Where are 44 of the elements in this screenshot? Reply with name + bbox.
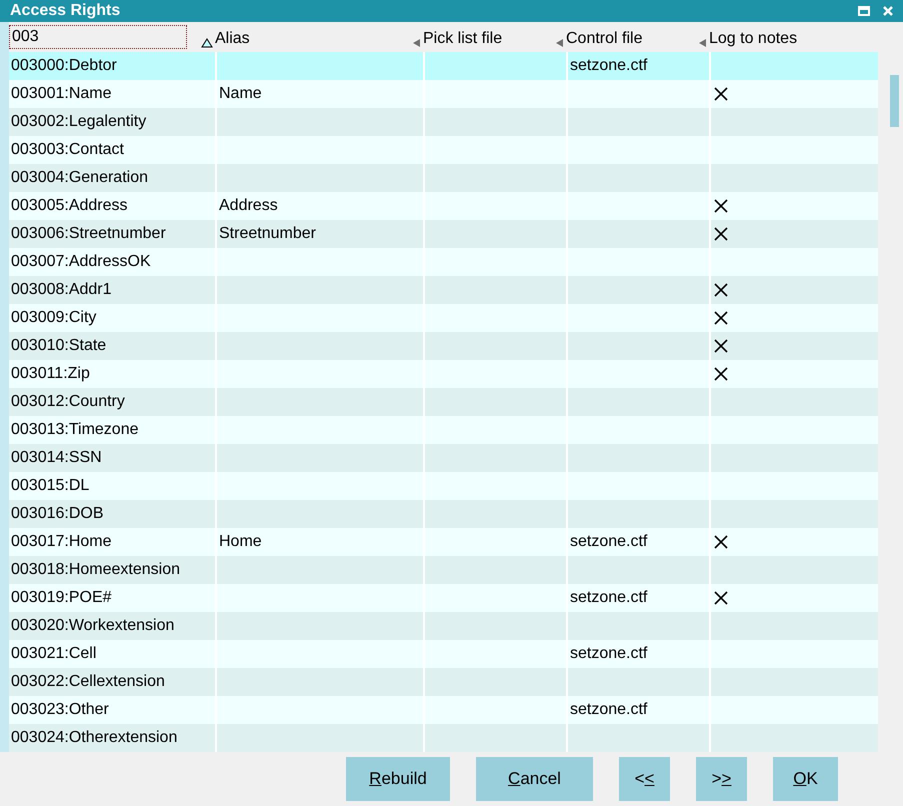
table-cell[interactable]: 003017:Home — [9, 528, 215, 556]
table-cell: setzone.ctf — [570, 589, 648, 607]
sort-icon[interactable] — [555, 38, 563, 48]
maximize-icon[interactable] — [857, 4, 871, 18]
dialog-button[interactable]: Rebuild — [346, 757, 450, 801]
column-header[interactable]: Log to notes — [709, 30, 798, 52]
filter-field[interactable]: 003 — [9, 25, 187, 49]
table-cell: setzone.ctf — [570, 57, 648, 75]
cross-mark-icon[interactable] — [713, 282, 729, 298]
sort-icon[interactable] — [698, 38, 706, 48]
cross-mark-icon[interactable] — [713, 198, 729, 214]
cross-mark-icon[interactable] — [713, 310, 729, 326]
column-header[interactable]: Pick list file — [423, 30, 502, 52]
table-cell: setzone.ctf — [570, 701, 648, 719]
dialog-button[interactable]: << — [619, 757, 670, 801]
column-header[interactable]: Alias — [215, 30, 250, 52]
table-cell[interactable]: 003006:Streetnumber — [9, 220, 215, 248]
column-header[interactable]: Control file — [566, 30, 642, 52]
table-cell[interactable]: 003019:POE# — [9, 584, 215, 612]
cross-mark-icon[interactable] — [713, 338, 729, 354]
dialog-button[interactable]: >> — [696, 757, 747, 801]
cross-mark-icon[interactable] — [713, 86, 729, 102]
table-cell: Streetnumber — [219, 225, 316, 243]
cross-mark-icon[interactable] — [713, 534, 729, 550]
cross-mark-icon[interactable] — [713, 226, 729, 242]
table-cell: setzone.ctf — [570, 533, 648, 551]
table-cell[interactable]: 003005:Address — [9, 192, 215, 220]
table-cell: Home — [219, 533, 262, 551]
table-cell: Address — [219, 197, 278, 215]
table-cell[interactable]: 003000:Debtor — [9, 52, 215, 80]
sort-ascending-icon[interactable] — [201, 38, 213, 48]
sort-icon[interactable] — [412, 38, 420, 48]
close-icon[interactable] — [881, 4, 895, 18]
window-title: Access Rights — [10, 2, 122, 20]
cross-mark-icon[interactable] — [713, 590, 729, 606]
table-cell: Name — [219, 85, 262, 103]
table-cell: setzone.ctf — [570, 645, 648, 663]
dialog-button[interactable]: Cancel — [476, 757, 593, 801]
table-cell[interactable]: 003021:Cell — [9, 640, 215, 668]
dialog-button[interactable]: OK — [773, 757, 838, 801]
table-cell[interactable]: 003023:Other — [9, 696, 215, 724]
cross-mark-icon[interactable] — [713, 366, 729, 382]
scrollbar-thumb[interactable] — [890, 75, 899, 127]
table-cell[interactable]: 003001:Name — [9, 80, 215, 108]
